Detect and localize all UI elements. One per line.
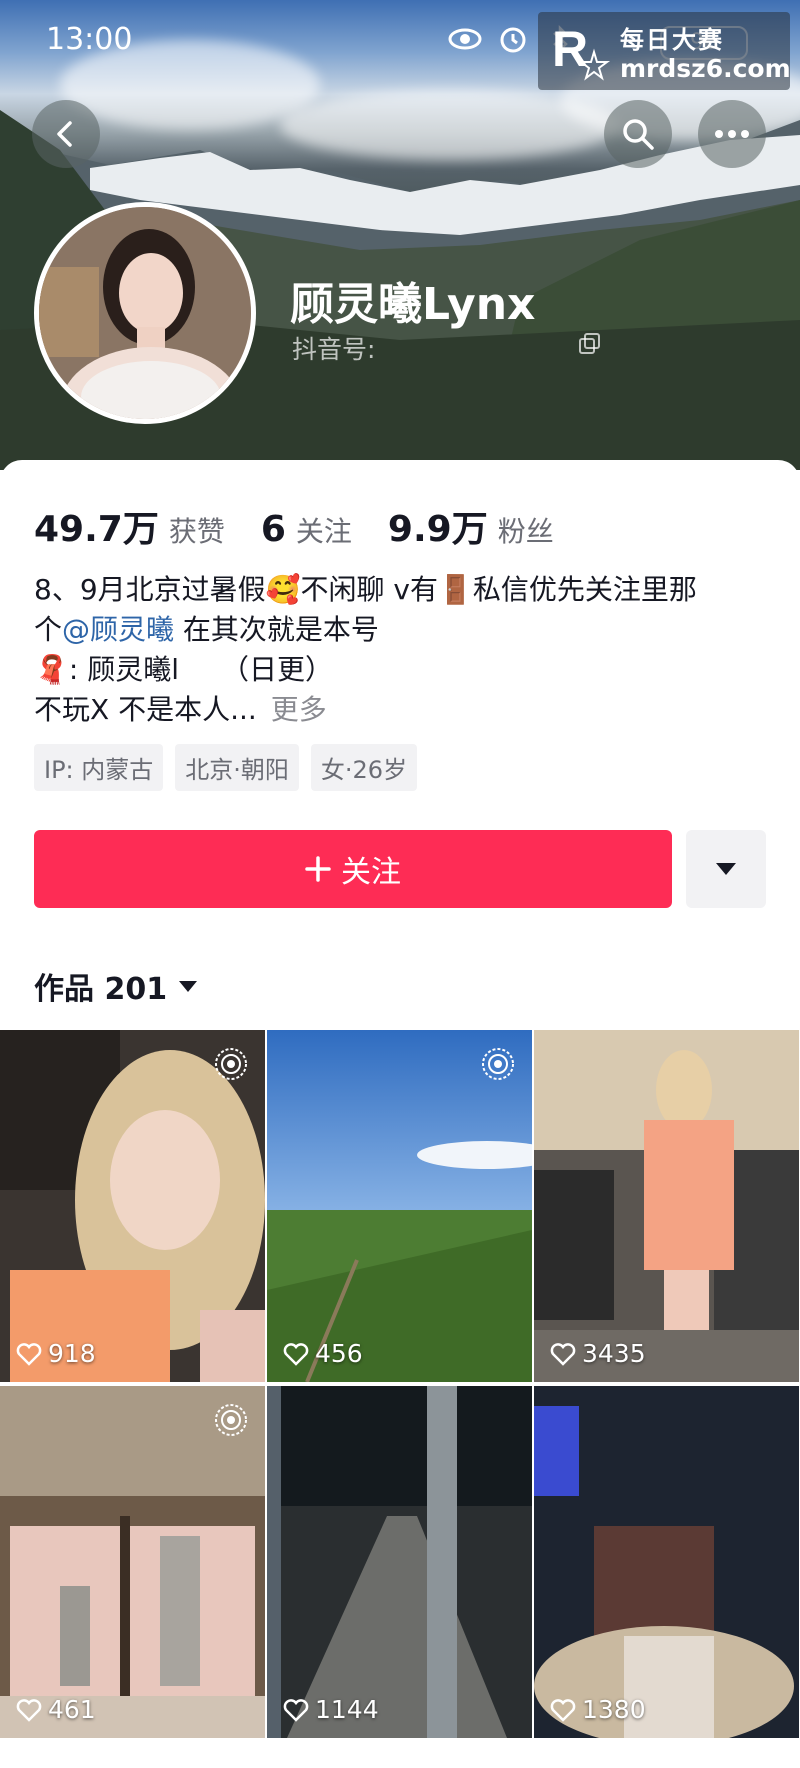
heart-icon <box>16 1698 42 1722</box>
like-count: 456 <box>283 1339 363 1368</box>
back-button[interactable] <box>32 100 100 168</box>
profile-name: 顾灵曦Lynx <box>290 279 536 330</box>
mention-link[interactable]: @顾灵曦 <box>62 613 174 646</box>
watermark-text: 每日大赛 <box>620 26 724 54</box>
heart-icon <box>550 1698 576 1722</box>
like-count-value: 1144 <box>315 1695 379 1724</box>
svg-text:R: R <box>552 21 588 77</box>
alarm-icon <box>500 27 526 53</box>
copy-icon[interactable] <box>578 332 602 356</box>
bio-line-4: 不玩X 不是本人... 更多 <box>34 690 774 730</box>
watermark-url: mrdsz6.com <box>620 54 791 83</box>
bio-line-2-suffix: 在其次就是本号 <box>174 613 379 646</box>
bio-line-1: 8、9月北京过暑假🥰不闲聊 v有🚪私信优先关注里那 <box>34 573 697 606</box>
stats-row: 49.7万 获赞 6 关注 9.9万 粉丝 <box>34 500 590 552</box>
bio-more-link[interactable]: 更多 <box>271 693 327 726</box>
live-photo-icon <box>215 1048 247 1080</box>
follow-label: 关注 <box>341 855 401 890</box>
like-count-value: 1380 <box>582 1695 646 1724</box>
recommend-dropdown-button[interactable] <box>686 830 766 908</box>
video-tile[interactable]: 918 <box>0 1030 265 1382</box>
search-button[interactable] <box>604 100 672 168</box>
bio-line-2: 个@顾灵曦 在其次就是本号 <box>34 610 774 650</box>
tag-location: 北京·朝阳 <box>175 744 299 791</box>
heart-icon <box>16 1342 42 1366</box>
status-time: 13:00 <box>46 22 133 57</box>
profile-tags: IP: 内蒙古 北京·朝阳 女·26岁 <box>34 744 418 791</box>
caret-down-icon <box>716 863 736 875</box>
likes-label: 获赞 <box>168 515 225 548</box>
live-photo-icon <box>215 1404 247 1436</box>
like-count-value: 3435 <box>582 1339 646 1368</box>
avatar-portrait <box>39 207 251 419</box>
like-count: 3435 <box>550 1339 646 1368</box>
chevron-left-icon <box>57 121 72 147</box>
video-tile[interactable]: 1144 <box>267 1386 532 1738</box>
following-count[interactable]: 6 <box>261 509 286 550</box>
likes-count[interactable]: 49.7万 <box>34 500 159 552</box>
watermark-overlay: R 每日大赛 mrdsz6.com <box>538 12 791 90</box>
works-tab[interactable]: 作品 201 <box>34 964 198 1008</box>
video-thumbnail <box>534 1386 799 1738</box>
tag-ip: IP: 内蒙古 <box>34 744 164 791</box>
more-dots-icon <box>715 130 749 138</box>
heart-icon <box>283 1698 309 1722</box>
video-tile[interactable]: 456 <box>267 1030 532 1382</box>
bio-line-2-prefix: 个 <box>34 613 63 646</box>
bio-line-4-text: 不玩X 不是本人... <box>34 693 257 726</box>
like-count: 1380 <box>550 1695 646 1724</box>
plus-icon <box>305 856 331 882</box>
live-photo-icon <box>482 1048 514 1080</box>
more-options-button[interactable] <box>698 100 766 168</box>
bio-line-3: 🧣: 顾灵曦l （日更） <box>34 653 333 686</box>
video-thumbnail <box>0 1030 265 1382</box>
video-tile[interactable]: 1380 <box>534 1386 799 1738</box>
search-icon <box>623 119 654 150</box>
fans-label: 粉丝 <box>497 515 554 548</box>
video-thumbnail <box>267 1386 532 1738</box>
heart-icon <box>283 1342 309 1366</box>
caret-down-icon <box>179 980 198 992</box>
like-count-value: 456 <box>315 1339 363 1368</box>
video-tile[interactable]: 461 <box>0 1386 265 1738</box>
video-thumbnail <box>534 1030 799 1382</box>
avatar[interactable] <box>34 202 256 424</box>
fans-count[interactable]: 9.9万 <box>388 500 488 552</box>
like-count: 918 <box>16 1339 96 1368</box>
video-tile[interactable]: 3435 <box>534 1030 799 1382</box>
bio-text: 8、9月北京过暑假🥰不闲聊 v有🚪私信优先关注里那 个@顾灵曦 在其次就是本号 … <box>34 570 774 730</box>
video-thumbnail <box>0 1386 265 1738</box>
following-label: 关注 <box>295 515 352 548</box>
douyin-id-label: 抖音号: <box>292 335 376 364</box>
like-count: 1144 <box>283 1695 379 1724</box>
like-count-value: 461 <box>48 1695 96 1724</box>
r-star-logo-icon: R <box>552 21 610 81</box>
works-label: 作品 201 <box>34 972 168 1007</box>
like-count: 461 <box>16 1695 96 1724</box>
like-count-value: 918 <box>48 1339 96 1368</box>
heart-icon <box>550 1342 576 1366</box>
tag-gender-age: 女·26岁 <box>310 744 418 791</box>
follow-button[interactable]: 关注 <box>34 830 672 908</box>
video-thumbnail <box>267 1030 532 1382</box>
eye-icon <box>448 28 482 50</box>
